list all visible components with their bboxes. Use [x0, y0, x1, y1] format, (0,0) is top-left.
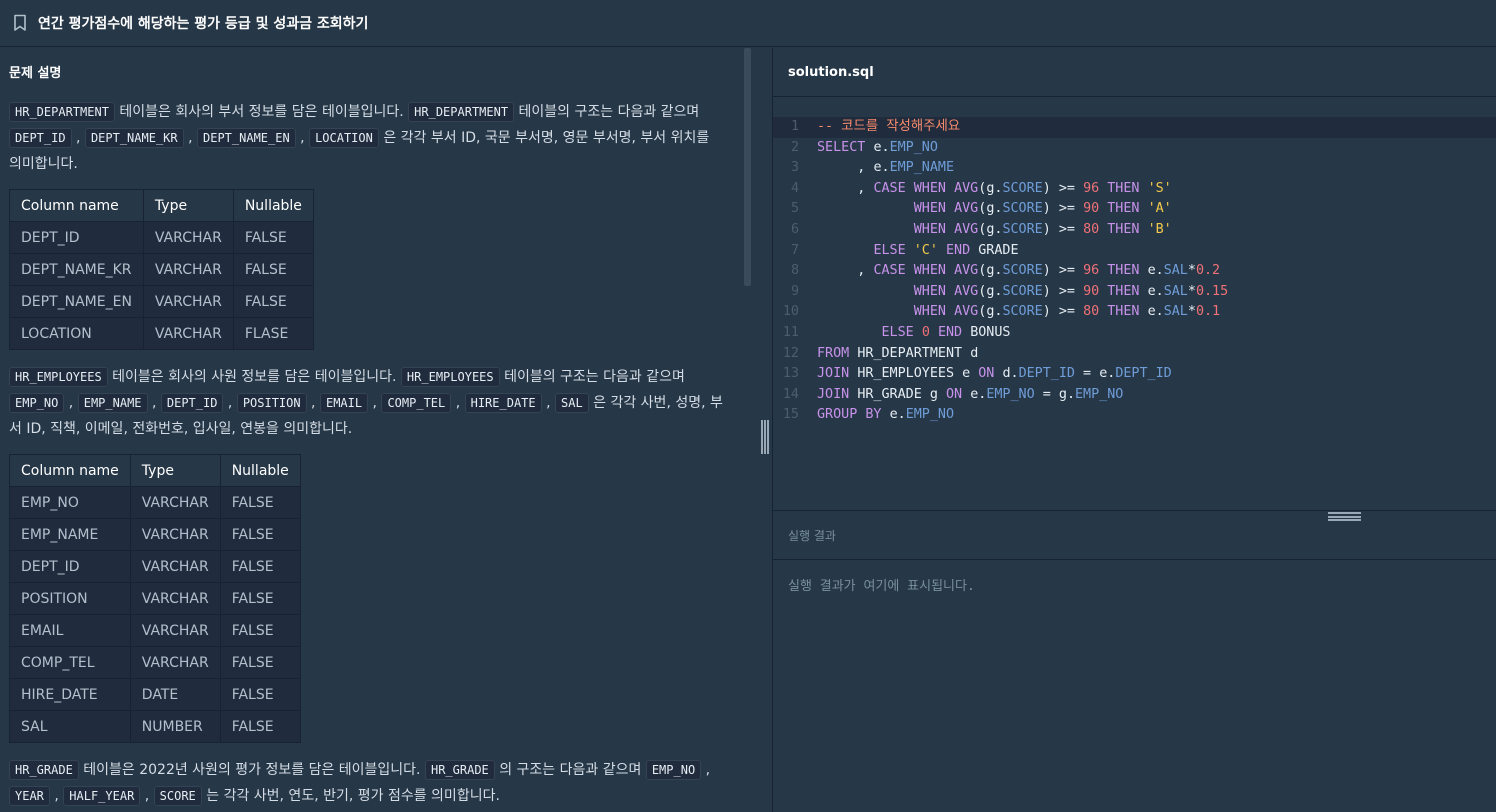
- table-header-row: Column name Type Nullable: [9, 189, 314, 222]
- file-tab[interactable]: solution.sql: [773, 48, 1496, 97]
- table-header-row: Column name Type Nullable: [9, 454, 301, 487]
- code-span: COMP_TEL: [381, 393, 452, 413]
- header-bar: 연간 평가점수에 해당하는 평가 등급 및 성과금 조회하기: [0, 0, 1496, 47]
- code-span: HR_EMPLOYEES: [400, 367, 500, 387]
- table-row: DEPT_NAME_KR VARCHAR FALSE: [9, 253, 314, 286]
- table-row: DEPT_ID VARCHAR FALSE: [9, 550, 301, 583]
- table-row: POSITION VARCHAR FALSE: [9, 582, 301, 615]
- code-span: YEAR: [9, 786, 50, 806]
- emp-description: HR_EMPLOYEES 테이블은 회사의 사원 정보를 담은 테이블입니다. …: [9, 367, 723, 437]
- code-span: HR_DEPARTMENT: [9, 102, 115, 122]
- code-span: DEPT_NAME_EN: [197, 128, 296, 148]
- code-span: SAL: [555, 393, 589, 413]
- result-title: 실행 결과: [788, 528, 836, 543]
- dept-schema-table: Column name Type Nullable DEPT_ID VARCHAR…: [9, 189, 314, 350]
- code-span: EMP_NO: [645, 760, 702, 780]
- code-span: HIRE_DATE: [464, 393, 542, 413]
- code-line[interactable]: 4 , CASE WHEN AVG(g.SCORE) >= 96 THEN 'S…: [773, 179, 1496, 200]
- code-line[interactable]: 12 FROM HR_DEPARTMENT d: [773, 344, 1496, 365]
- problem-panel: 문제 설명 HR_DEPARTMENT 테이블은 회사의 부서 정보를 담은 테…: [0, 48, 755, 812]
- code-line[interactable]: 10 WHEN AVG(g.SCORE) >= 80 THEN e.SAL*0.…: [773, 302, 1496, 323]
- result-resize-handle[interactable]: [1328, 512, 1361, 521]
- result-placeholder: 실행 결과가 여기에 표시됩니다.: [788, 579, 975, 594]
- code-line[interactable]: 14 JOIN HR_GRADE g ON e.EMP_NO = g.EMP_NO: [773, 385, 1496, 406]
- code-line[interactable]: 3 , e.EMP_NAME: [773, 158, 1496, 179]
- code-editor[interactable]: 1 -- 코드를 작성해주세요 2 SELECT e.EMP_NO 3 , e.EM…: [773, 97, 1496, 510]
- file-name: solution.sql: [788, 64, 874, 80]
- code-span: EMP_NO: [9, 393, 65, 413]
- table-row: HIRE_DATE DATE FALSE: [9, 678, 301, 711]
- code-span: LOCATION: [309, 128, 379, 148]
- code-span: EMAIL: [319, 393, 369, 413]
- grade-description: HR_GRADE 테이블은 2022년 사원의 평가 정보를 담은 테이블입니다…: [9, 757, 745, 809]
- code-line[interactable]: 6 WHEN AVG(g.SCORE) >= 80 THEN 'B': [773, 220, 1496, 241]
- code-line[interactable]: 1 -- 코드를 작성해주세요: [773, 117, 1496, 138]
- code-line[interactable]: 13 JOIN HR_EMPLOYEES e ON d.DEPT_ID = e.D…: [773, 364, 1496, 385]
- code-span: DEPT_ID: [9, 128, 72, 148]
- code-line[interactable]: 2 SELECT e.EMP_NO: [773, 138, 1496, 159]
- editor-panel: solution.sql 1 -- 코드를 작성해주세요 2 SELECT e.EM…: [773, 48, 1496, 812]
- emp-schema-table: Column name Type Nullable EMP_NO VARCHAR F…: [9, 454, 301, 743]
- code-span: POSITION: [236, 393, 307, 413]
- table-row: EMAIL VARCHAR FALSE: [9, 614, 301, 647]
- code-span: DEPT_NAME_KR: [84, 128, 184, 148]
- table-row: DEPT_NAME_EN VARCHAR FALSE: [9, 285, 314, 318]
- code-span: DEPT_ID: [160, 393, 224, 413]
- panel-resize-handle[interactable]: [761, 420, 769, 454]
- code-span: HR_GRADE: [9, 760, 79, 780]
- result-header: 실행 결과: [773, 510, 1496, 560]
- code-span: HR_GRADE: [424, 760, 495, 780]
- table-row: EMP_NAME VARCHAR FALSE: [9, 518, 301, 551]
- code-line[interactable]: 15 GROUP BY e.EMP_NO: [773, 405, 1496, 426]
- code-span: HALF_YEAR: [63, 786, 141, 806]
- code-line[interactable]: 5 WHEN AVG(g.SCORE) >= 90 THEN 'A': [773, 199, 1496, 220]
- table-row: LOCATION VARCHAR FLASE: [9, 317, 314, 350]
- code-span: HR_EMPLOYEES: [9, 367, 108, 387]
- bookmark-icon[interactable]: [12, 14, 28, 32]
- section-title: 문제 설명: [9, 66, 62, 81]
- code-span: HR_DEPARTMENT: [408, 102, 515, 122]
- table-row: EMP_NO VARCHAR FALSE: [9, 486, 301, 519]
- code-line[interactable]: 7 ELSE 'C' END GRADE: [773, 241, 1496, 262]
- code-line[interactable]: 8 , CASE WHEN AVG(g.SCORE) >= 96 THEN e.…: [773, 261, 1496, 282]
- page-title: 연간 평가점수에 해당하는 평가 등급 및 성과금 조회하기: [38, 16, 369, 32]
- code-span: SCORE: [153, 786, 202, 806]
- problem-scrollbar[interactable]: [744, 48, 751, 286]
- code-span: EMP_NAME: [77, 393, 148, 413]
- table-row: DEPT_ID VARCHAR FALSE: [9, 221, 314, 254]
- table-row: COMP_TEL VARCHAR FALSE: [9, 646, 301, 679]
- dept-description: HR_DEPARTMENT 테이블은 회사의 부서 정보를 담은 테이블입니다.…: [9, 102, 710, 172]
- code-line[interactable]: 11 ELSE 0 END BONUS: [773, 323, 1496, 344]
- code-line[interactable]: 9 WHEN AVG(g.SCORE) >= 90 THEN e.SAL*0.1…: [773, 282, 1496, 303]
- table-row: SAL NUMBER FALSE: [9, 710, 301, 743]
